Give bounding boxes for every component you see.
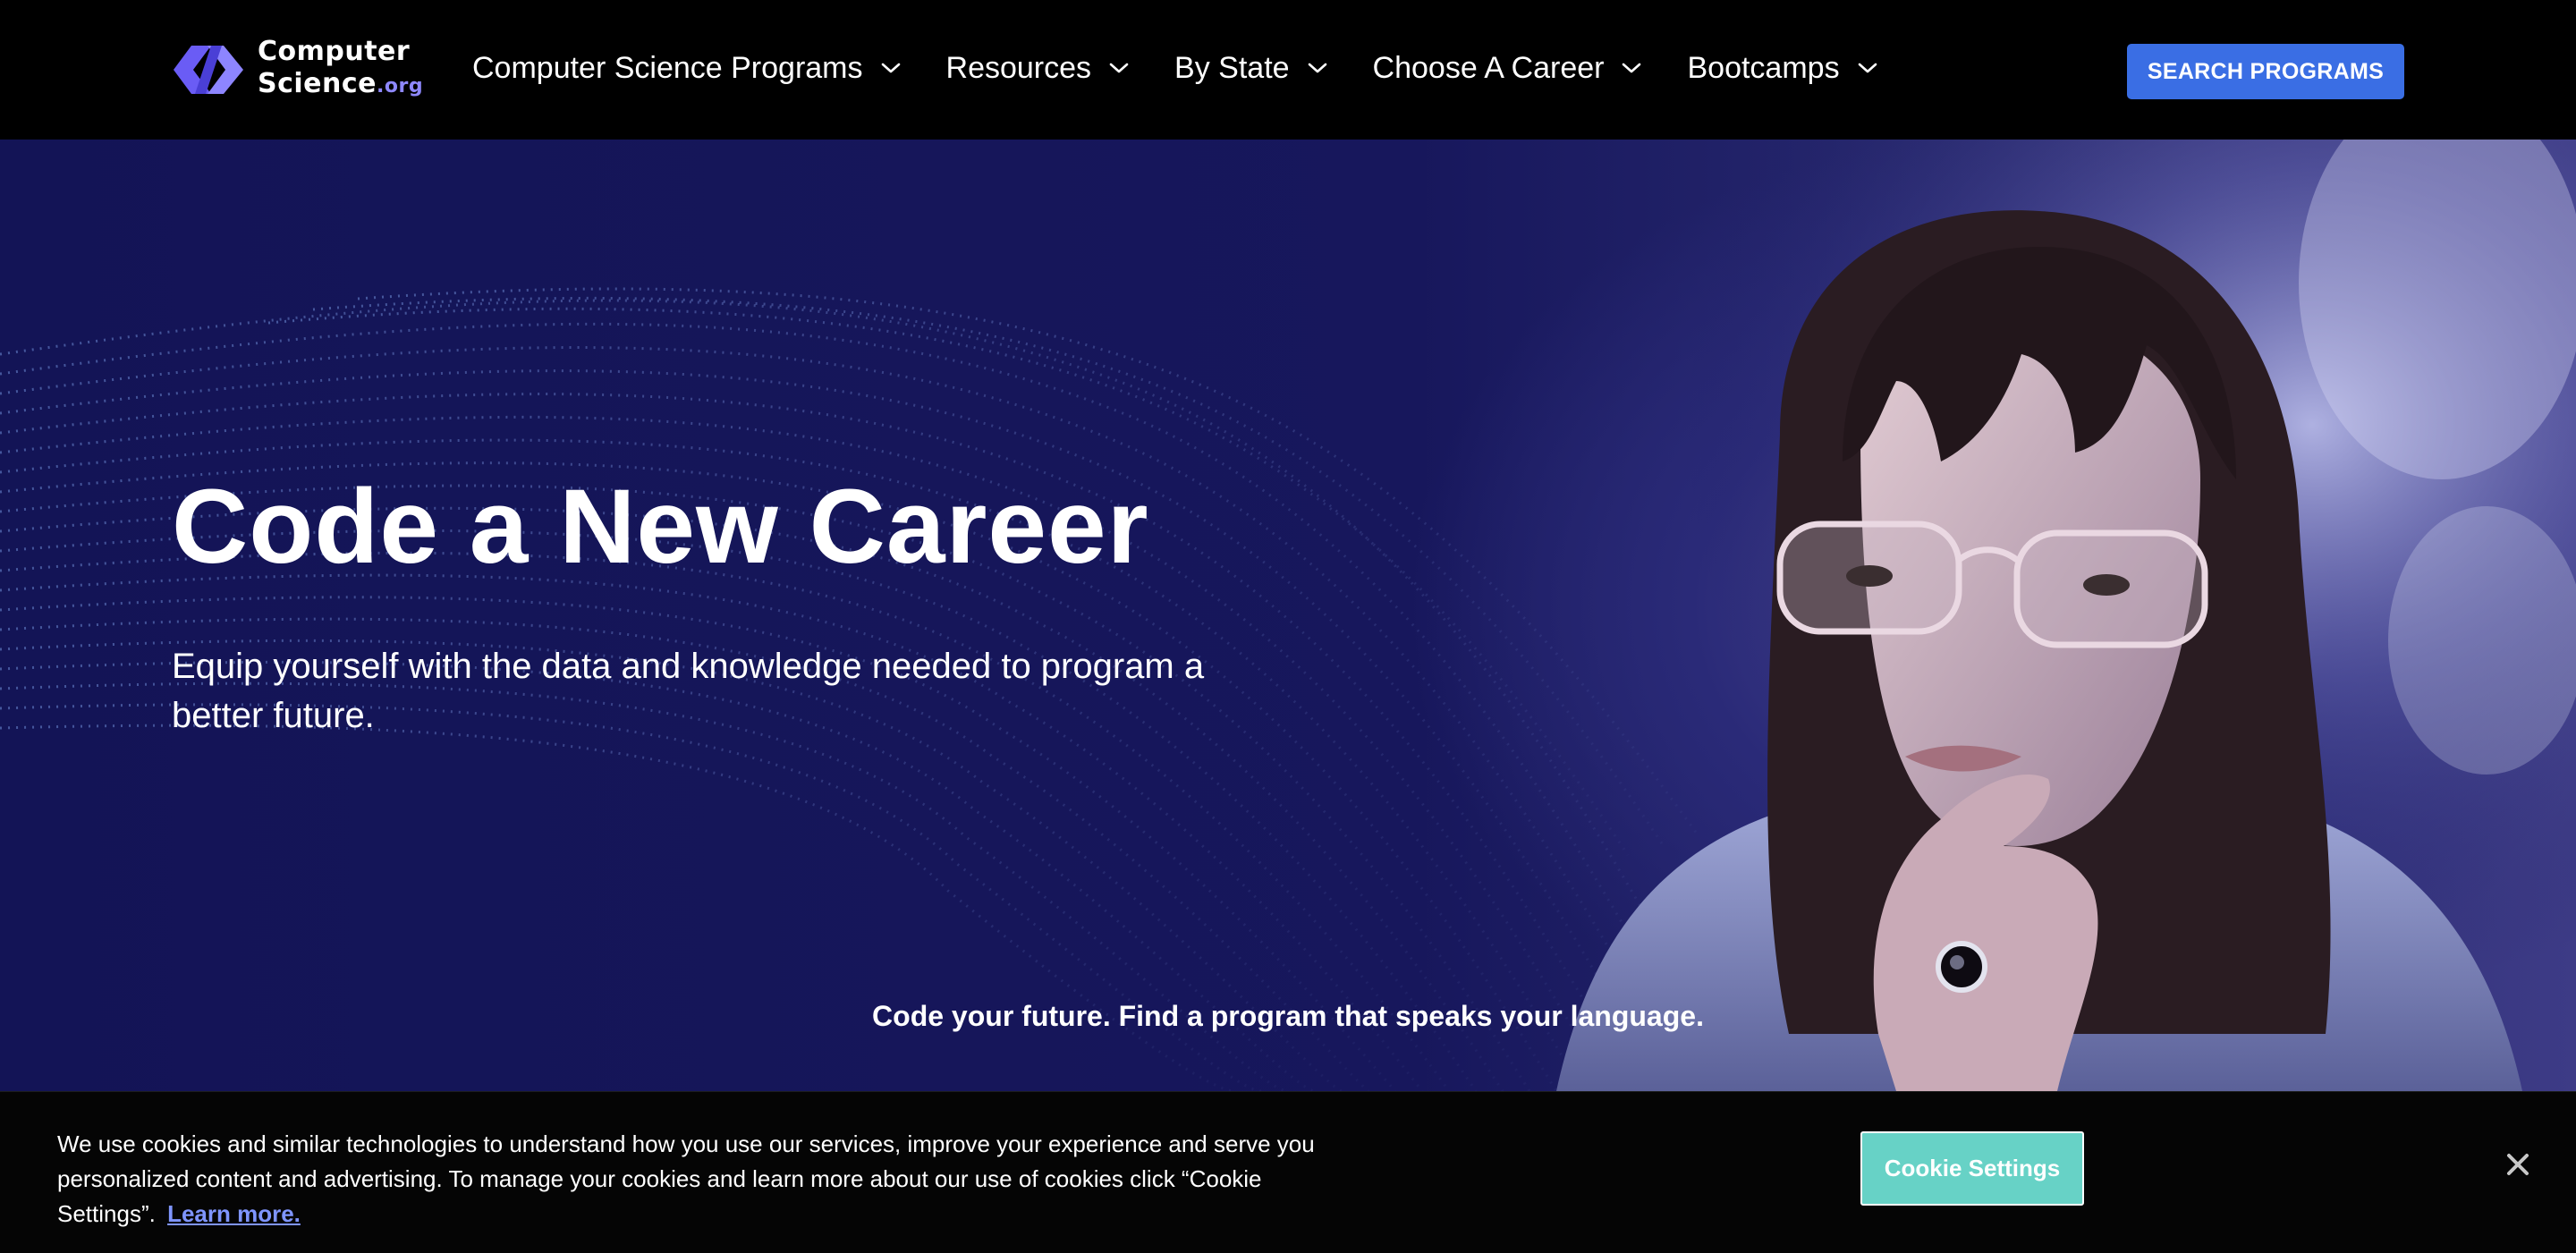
logo-line1: Computer bbox=[258, 36, 411, 67]
hero-banner: Code a New Career Equip yourself with th… bbox=[0, 140, 2576, 1091]
chevron-down-icon bbox=[1109, 63, 1129, 73]
hero-tagline: Code your future. Find a program that sp… bbox=[872, 1000, 1704, 1032]
chevron-down-icon bbox=[1623, 63, 1641, 73]
main-nav: Computer Science Programs Resources By S… bbox=[472, 47, 1923, 89]
nav-item-resources[interactable]: Resources bbox=[946, 47, 1130, 89]
chevron-down-icon bbox=[1308, 63, 1326, 73]
page: Computer Science.org Computer Science Pr… bbox=[0, 0, 2576, 1253]
close-icon[interactable] bbox=[2504, 1151, 2531, 1178]
nav-item-bootcamps[interactable]: Bootcamps bbox=[1687, 47, 1877, 89]
learn-more-link[interactable]: Learn more. bbox=[167, 1200, 301, 1227]
hero-title: Code a New Career bbox=[172, 468, 1149, 586]
close-icon-glyph bbox=[2507, 1154, 2529, 1175]
logo-line2-word: Science bbox=[258, 68, 377, 99]
logo-line2: Science.org bbox=[258, 68, 423, 103]
nav-item-label: Bootcamps bbox=[1687, 51, 1840, 85]
nav-item-label: Computer Science Programs bbox=[472, 51, 863, 85]
hero-person-image bbox=[1521, 140, 2576, 1091]
logo-org-suffix: .org bbox=[377, 75, 424, 97]
nav-item-computer-science-programs[interactable]: Computer Science Programs bbox=[472, 47, 901, 89]
cookie-settings-button[interactable]: Cookie Settings bbox=[1860, 1131, 2084, 1206]
chevron-down-icon bbox=[881, 63, 900, 73]
nav-item-label: Choose A Career bbox=[1372, 51, 1605, 85]
nav-item-choose-a-career[interactable]: Choose A Career bbox=[1373, 47, 1642, 89]
logo-mark-icon bbox=[174, 45, 243, 94]
cookie-banner: We use cookies and similar technologies … bbox=[0, 1091, 2576, 1253]
search-programs-button[interactable]: SEARCH PROGRAMS bbox=[2127, 44, 2404, 99]
hero-subtitle: Equip yourself with the data and knowled… bbox=[172, 647, 1205, 735]
nav-item-label: By State bbox=[1174, 51, 1290, 85]
site-logo[interactable]: Computer Science.org bbox=[172, 36, 423, 103]
nav-item-by-state[interactable]: By State bbox=[1174, 47, 1327, 89]
chevron-down-icon bbox=[1858, 63, 1877, 73]
nav-item-label: Resources bbox=[945, 51, 1092, 85]
cookie-message: We use cookies and similar technologies … bbox=[57, 1127, 1345, 1232]
logo-text: Computer Science.org bbox=[258, 36, 423, 103]
site-header: Computer Science.org Computer Science Pr… bbox=[0, 0, 2576, 140]
